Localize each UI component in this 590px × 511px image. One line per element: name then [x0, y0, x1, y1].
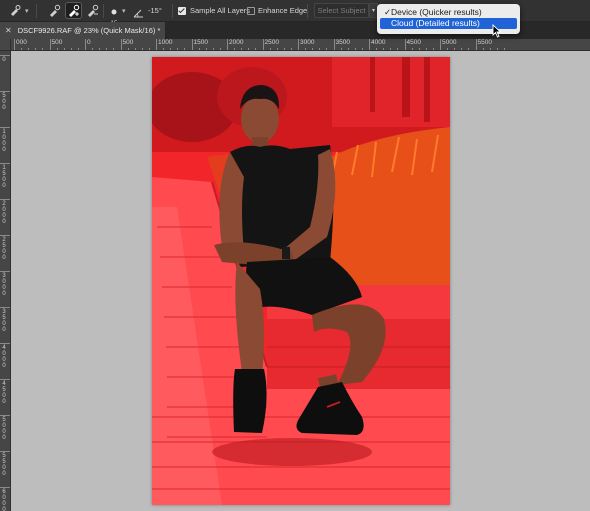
ruler-tick [0, 379, 10, 380]
ruler-tick [0, 271, 10, 272]
ruler-label: 0 [87, 39, 91, 46]
ruler-label: 5500 [477, 39, 492, 46]
ruler-tick [333, 39, 335, 50]
document-tab[interactable]: ✕ DSCF9926.RAF @ 23% (Quick Mask/16) * [0, 22, 165, 39]
ruler-origin[interactable] [0, 39, 11, 51]
menu-item-cloud-label: Cloud (Detailed results) [391, 18, 480, 28]
ruler-label: 000 [16, 39, 27, 46]
ruler-tick [227, 39, 228, 50]
ruler-label: 3500 [335, 39, 350, 46]
sample-all-layers-checkbox[interactable] [178, 7, 186, 15]
ruler-label: 5500 [2, 453, 6, 477]
ruler-label: 1500 [2, 165, 6, 189]
ruler-tick [0, 415, 10, 416]
angle-value[interactable]: -15° [148, 7, 162, 15]
ruler-tick [0, 343, 10, 344]
separator [103, 4, 104, 18]
ruler-tick [475, 39, 477, 50]
ruler-label: 500 [122, 39, 134, 46]
ruler-label: 4500 [406, 39, 421, 46]
ruler-label: 4000 [371, 39, 386, 46]
document-tab-title: DSCF9926.RAF @ 23% (Quick Mask/16) * [17, 26, 161, 35]
ruler-label: 0 [2, 57, 6, 63]
ruler-tick [156, 39, 157, 50]
new-selection-brush-icon[interactable] [46, 2, 63, 19]
brush-settings-icon[interactable]: 15 [108, 3, 120, 27]
ruler-tick [191, 39, 193, 50]
ruler-tick [49, 39, 51, 50]
chevron-down-icon: ▾ [371, 8, 375, 14]
ruler-tick [0, 163, 10, 164]
ruler-tick [0, 199, 10, 200]
ruler-label: 6000 [2, 489, 6, 511]
ruler-tick [0, 55, 10, 56]
close-icon[interactable]: ✕ [5, 26, 12, 35]
ruler-label: 1500 [193, 39, 208, 46]
ruler-tick [404, 39, 406, 50]
canvas-area[interactable] [11, 51, 590, 511]
separator [307, 4, 308, 18]
mouse-pointer-icon [492, 23, 502, 43]
left-ruler[interactable]: 0 500 1000 1500 2000 2500 3000 3500 4000 4500 5000… [0, 51, 11, 511]
angle-icon [133, 5, 144, 23]
enhance-edge-checkbox[interactable] [247, 7, 255, 15]
ruler-label: 5000 [442, 39, 457, 46]
quick-selection-brush-icon[interactable] [6, 2, 23, 19]
document-image[interactable] [152, 57, 450, 505]
ruler-tick [0, 487, 10, 488]
menu-item-device[interactable]: ✓Device (Quicker results) [380, 7, 517, 18]
top-ruler[interactable]: 000 500 0 500 1000 1500 2000 2500 3000 3500 4000 45… [11, 39, 590, 51]
ruler-tick [0, 235, 10, 236]
separator [36, 4, 37, 18]
enhance-edge-label: Enhance Edge [258, 6, 308, 15]
ruler-tick [440, 39, 441, 50]
ruler-tick [0, 127, 10, 128]
ruler-tick [0, 91, 10, 92]
ruler-tick [298, 39, 299, 50]
ruler-label: 4000 [2, 345, 6, 369]
sample-all-layers-label: Sample All Layers [190, 6, 251, 15]
subtract-from-selection-brush-icon[interactable] [84, 2, 101, 19]
ruler-tick [0, 307, 10, 308]
ruler-tick [85, 39, 86, 50]
ruler-label: 5000 [2, 417, 6, 441]
brush-settings-caret-icon[interactable]: ▾ [122, 7, 126, 15]
add-to-selection-brush-icon[interactable] [65, 2, 82, 19]
ruler-label: 3000 [300, 39, 315, 46]
ruler-label: 500 [2, 93, 6, 111]
ruler-tick [369, 39, 370, 50]
ruler-label: 2000 [2, 201, 6, 225]
select-subject-button[interactable]: Select Subject [314, 3, 369, 18]
ruler-label: 2000 [229, 39, 244, 46]
separator [172, 4, 173, 18]
ruler-label: 1000 [158, 39, 173, 46]
tool-preset-caret-icon[interactable]: ▾ [25, 7, 29, 15]
ruler-label: 3500 [2, 309, 6, 333]
ruler-label: 500 [51, 39, 63, 46]
menu-item-device-label: Device (Quicker results) [391, 7, 482, 17]
ruler-label: 3000 [2, 273, 6, 297]
ruler-tick [262, 39, 264, 50]
ruler-tick [120, 39, 122, 50]
photoshop-window: ▾ 15 ▾ -15° Sample All Layers Enhance Ed… [0, 0, 590, 511]
ruler-tick [14, 39, 15, 50]
ruler-label: 2500 [2, 237, 6, 261]
checkmark-icon: ✓ [384, 7, 392, 17]
ruler-label: 2500 [264, 39, 279, 46]
ruler-label: 4500 [2, 381, 6, 405]
ruler-tick [0, 451, 10, 452]
ruler-label: 1000 [2, 129, 6, 153]
